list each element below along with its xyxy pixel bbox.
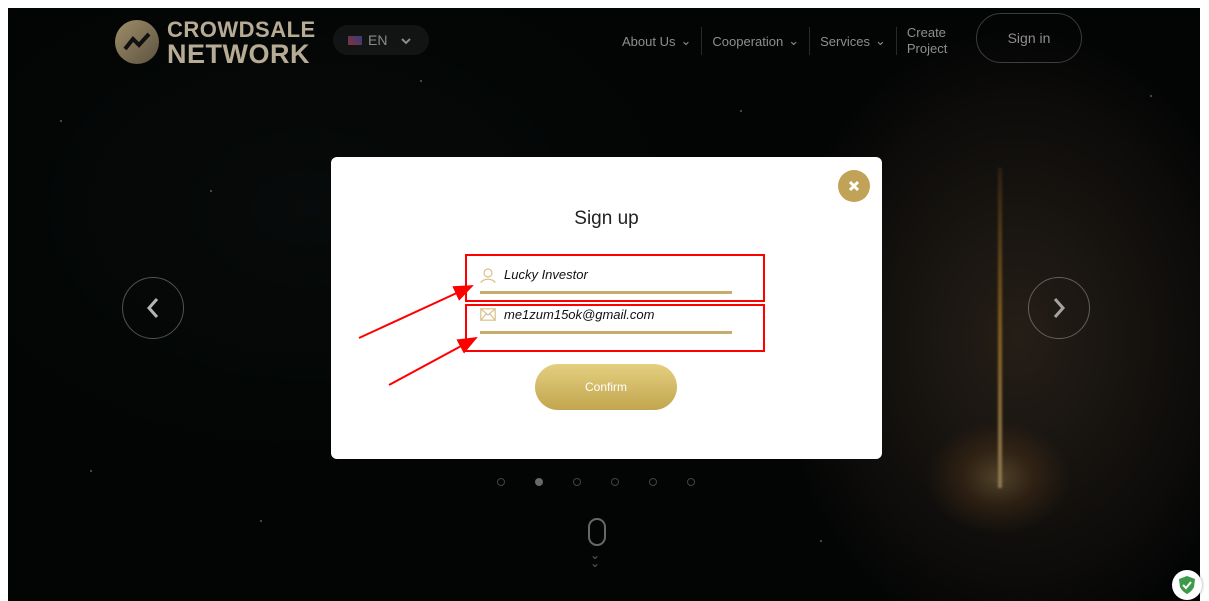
annotation-arrows [358,285,478,386]
annotation-arrow-email [388,337,478,386]
annotation-arrow-name [358,285,474,339]
security-shield-icon[interactable] [1172,570,1202,600]
